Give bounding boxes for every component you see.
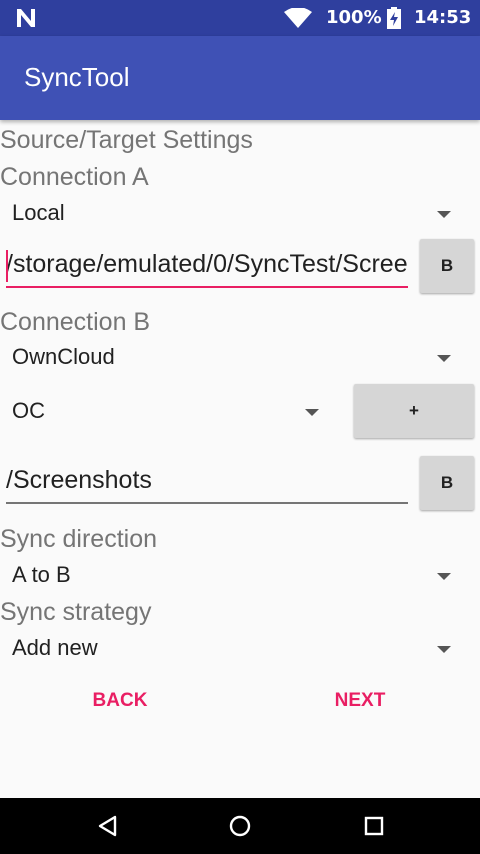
dropdown-arrow-icon	[437, 211, 451, 218]
connection-b-path-field[interactable]: /Screenshots	[6, 460, 408, 504]
connection-b-account-value: OC	[12, 398, 45, 423]
field-underline	[6, 502, 408, 504]
dropdown-arrow-icon	[437, 573, 451, 580]
add-account-button[interactable]: +	[354, 384, 474, 438]
dropdown-arrow-icon	[305, 409, 319, 416]
dropdown-arrow-icon	[437, 355, 451, 362]
connection-a-type-spinner[interactable]: Local	[0, 194, 470, 234]
dropdown-arrow-icon	[437, 646, 451, 653]
sync-direction-value: A to B	[12, 562, 71, 587]
status-bar: 100% 14:53	[0, 0, 480, 36]
sync-direction-label: Sync direction	[0, 525, 158, 553]
back-button[interactable]: BACK	[60, 676, 180, 726]
next-button[interactable]: NEXT	[300, 676, 420, 726]
field-underline	[6, 286, 408, 288]
connection-b-account-spinner[interactable]: OC	[0, 392, 340, 432]
sync-strategy-value: Add new	[12, 635, 98, 660]
text-cursor	[6, 250, 8, 282]
connection-b-type-value: OwnCloud	[12, 344, 115, 369]
navigation-bar	[0, 798, 480, 854]
sync-strategy-label: Sync strategy	[0, 598, 152, 626]
connection-b-path-text: /Screenshots	[6, 466, 152, 494]
connection-b-type-spinner[interactable]: OwnCloud	[0, 338, 470, 378]
app-title: SyncTool	[24, 62, 130, 92]
connection-b-browse-button[interactable]: B	[420, 456, 474, 510]
connection-a-label: Connection A	[0, 163, 149, 191]
home-icon[interactable]	[226, 812, 254, 840]
connection-a-path-field[interactable]: /storage/emulated/0/SyncTest/Screenshots	[6, 244, 408, 288]
back-icon[interactable]	[94, 812, 122, 840]
sync-direction-spinner[interactable]: A to B	[0, 556, 470, 596]
connection-a-browse-button[interactable]: B	[420, 239, 474, 293]
notification-n-icon	[17, 9, 35, 27]
sync-strategy-spinner[interactable]: Add new	[0, 629, 470, 669]
clock: 14:53	[414, 7, 472, 28]
section-title: Source/Target Settings	[0, 126, 253, 154]
recents-icon[interactable]	[360, 812, 388, 840]
connection-b-label: Connection B	[0, 308, 151, 336]
connection-a-type-value: Local	[12, 200, 65, 225]
battery-charging-icon	[387, 7, 401, 29]
app-bar: SyncTool	[0, 36, 480, 120]
wifi-icon	[284, 8, 312, 28]
connection-a-path-text: /storage/emulated/0/SyncTest/Screenshots	[6, 250, 408, 278]
battery-percent: 100%	[326, 7, 382, 28]
